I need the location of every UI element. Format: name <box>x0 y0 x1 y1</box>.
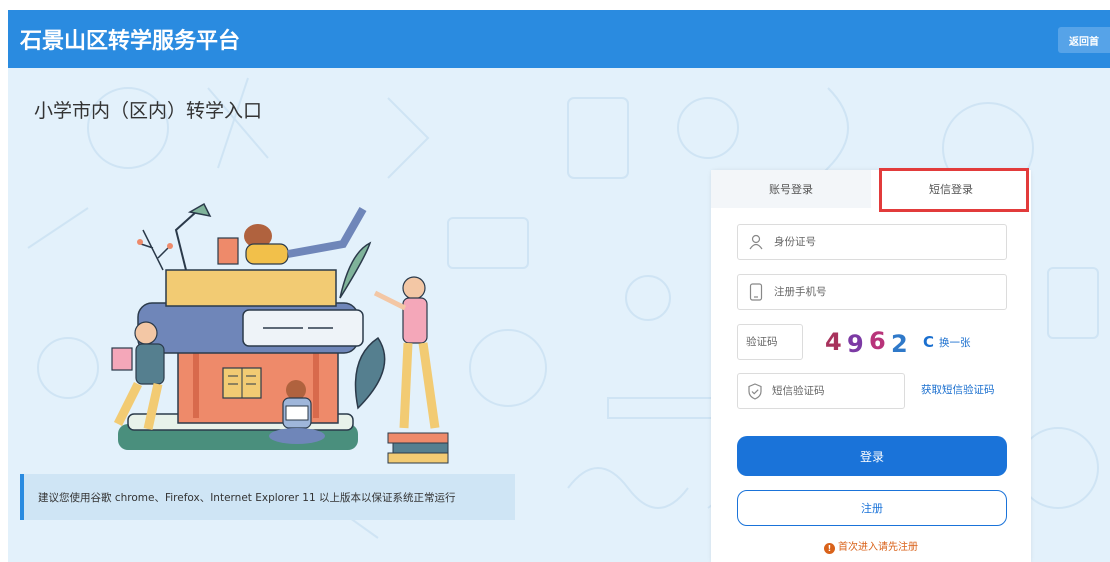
captcha-input[interactable] <box>737 324 803 360</box>
main-stage: 小学市内（区内）转学入口 建议您使用谷歌 chrome、Firefox、Inte… <box>8 68 1110 562</box>
captcha-image[interactable]: 4 9 6 2 <box>819 324 913 358</box>
browser-notice-text: 建议您使用谷歌 chrome、Firefox、Internet Explorer… <box>38 491 456 504</box>
svg-text:2: 2 <box>891 330 908 358</box>
browser-notice: 建议您使用谷歌 chrome、Firefox、Internet Explorer… <box>20 474 515 520</box>
sms-code-input[interactable] <box>772 375 904 407</box>
site-title: 石景山区转学服务平台 <box>20 29 241 54</box>
first-visit-tip-text: 首次进入请先注册 <box>838 542 918 553</box>
tab-account-login[interactable]: 账号登录 <box>711 170 871 208</box>
register-button[interactable]: 注册 <box>737 490 1007 526</box>
reading-illustration <box>111 202 449 464</box>
login-card: 账号登录 短信登录 4 9 6 2 C 换一张 <box>711 168 1031 562</box>
refresh-icon: C <box>923 333 935 351</box>
phone-field[interactable] <box>737 274 1007 310</box>
svg-text:9: 9 <box>847 330 864 358</box>
login-tabs: 账号登录 短信登录 <box>711 168 1031 212</box>
id-number-field[interactable] <box>737 224 1007 260</box>
get-sms-code-link[interactable]: 获取短信验证码 <box>921 382 995 397</box>
sms-code-field[interactable] <box>737 373 905 409</box>
svg-text:4: 4 <box>825 328 842 356</box>
login-button[interactable]: 登录 <box>737 436 1007 476</box>
top-header: 石景山区转学服务平台 返回首 <box>8 10 1110 68</box>
shield-check-icon <box>738 374 772 408</box>
first-visit-tip: ! 首次进入请先注册 <box>711 538 1031 554</box>
tab-sms-login[interactable]: 短信登录 <box>871 170 1031 208</box>
mobile-icon <box>738 275 774 309</box>
svg-text:6: 6 <box>869 327 886 355</box>
phone-input[interactable] <box>774 276 1006 308</box>
user-icon <box>738 225 774 259</box>
id-number-input[interactable] <box>774 226 1006 258</box>
back-home-button[interactable]: 返回首 <box>1058 27 1110 53</box>
refresh-captcha-label: 换一张 <box>939 336 971 349</box>
page-title: 小学市内（区内）转学入口 <box>34 100 263 122</box>
info-icon: ! <box>824 543 835 554</box>
refresh-captcha-button[interactable]: C 换一张 <box>923 332 971 352</box>
